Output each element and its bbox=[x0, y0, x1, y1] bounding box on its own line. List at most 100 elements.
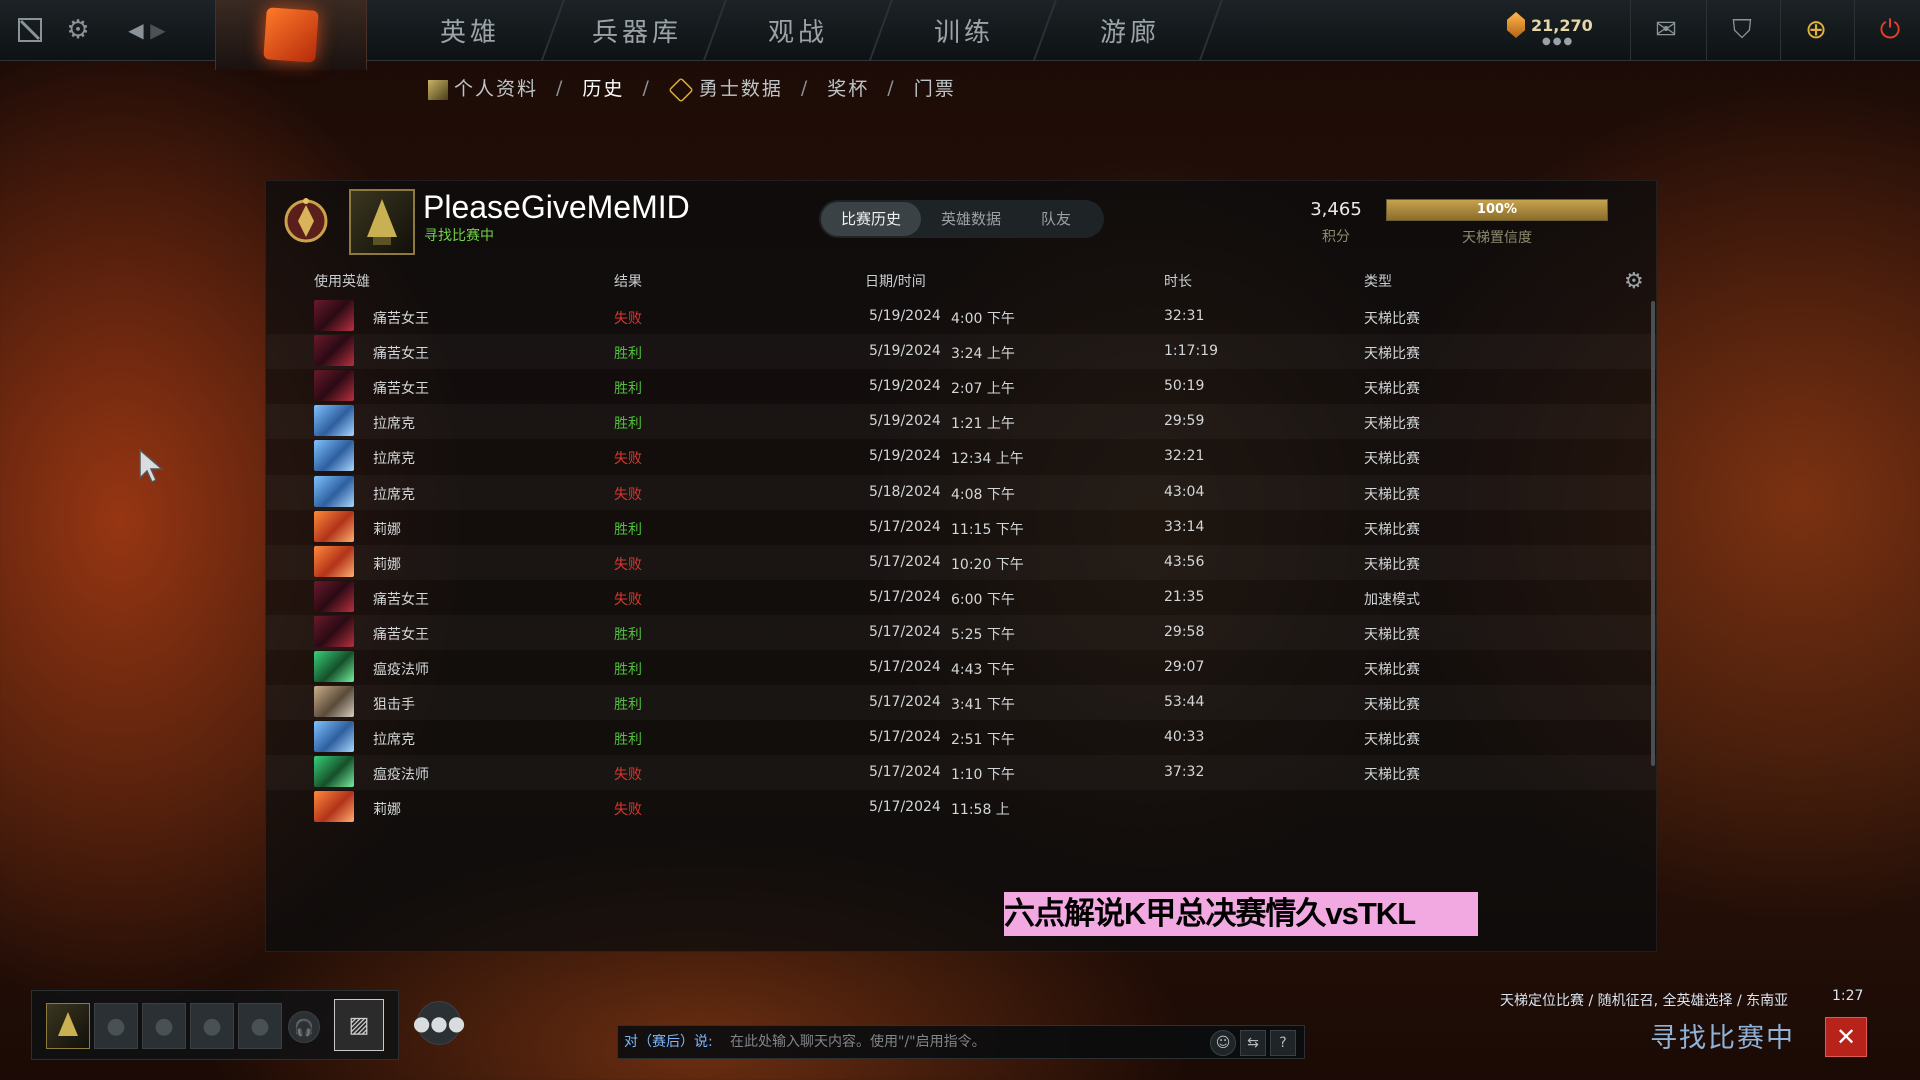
crumb-history[interactable]: 历史 bbox=[582, 74, 624, 101]
row-time: 11:58 上 bbox=[951, 802, 1010, 819]
col-datetime[interactable]: 日期/时间 bbox=[865, 271, 926, 291]
mail-button[interactable]: ✉ bbox=[1630, 0, 1701, 60]
row-type: 天梯比赛 bbox=[1364, 767, 1420, 784]
row-time: 4:00 下午 bbox=[951, 311, 1015, 327]
cancel-matchmaking-button[interactable]: ✕ bbox=[1825, 1017, 1867, 1057]
row-hero-name: 拉席克 bbox=[373, 732, 415, 749]
chat-help-button[interactable]: ? bbox=[1270, 1030, 1296, 1056]
shard-icon bbox=[1507, 12, 1525, 38]
chat-translate-icon[interactable]: ⇆ bbox=[1240, 1030, 1266, 1056]
row-result: 胜利 bbox=[614, 732, 642, 749]
table-row[interactable]: 莉娜 失败 5/17/2024 10:20 下午 43:56 天梯比赛 bbox=[266, 545, 1656, 580]
party-slot-empty[interactable]: ● bbox=[94, 1003, 138, 1049]
table-settings-gear-icon[interactable]: ⚙ bbox=[1624, 269, 1644, 294]
mail-icon: ✉ bbox=[1655, 15, 1677, 45]
chat-input-bar[interactable]: 对（赛后）说: 在此处输入聊天内容。使用"/"启用指令。 ☺ ⇆ ? bbox=[617, 1025, 1305, 1059]
col-hero[interactable]: 使用英雄 bbox=[314, 271, 370, 291]
table-row[interactable]: 痛苦女王 失败 5/17/2024 6:00 下午 21:35 加速模式 bbox=[266, 580, 1656, 615]
col-type[interactable]: 类型 bbox=[1364, 271, 1392, 291]
tab-armory[interactable]: 兵器库 bbox=[592, 12, 682, 48]
self-avatar-icon bbox=[58, 1012, 78, 1036]
table-row[interactable]: 瘟疫法师 失败 5/17/2024 1:10 下午 37:32 天梯比赛 bbox=[266, 755, 1656, 790]
table-row[interactable]: 莉娜 失败 5/17/2024 11:58 上 bbox=[266, 790, 1656, 825]
table-row[interactable]: 痛苦女王 胜利 5/19/2024 3:24 上午 1:17:19 天梯比赛 bbox=[266, 334, 1656, 369]
row-date: 5/17/2024 bbox=[869, 553, 941, 570]
crumb-separator: / bbox=[887, 76, 896, 99]
score-label: 积分 bbox=[1322, 229, 1350, 245]
row-time: 6:00 下午 bbox=[951, 591, 1015, 608]
dota-logo-icon bbox=[263, 7, 319, 63]
ranked-badge-button[interactable]: ▨ bbox=[334, 999, 384, 1051]
row-type: 天梯比赛 bbox=[1364, 662, 1420, 678]
tab-teammates[interactable]: 队友 bbox=[1021, 202, 1091, 236]
player-name: PleaseGiveMeMID bbox=[423, 189, 690, 225]
scrollbar[interactable] bbox=[1651, 301, 1655, 766]
rank-score: 3,465 积分 bbox=[1296, 199, 1376, 246]
forward-arrow-icon[interactable]: ▶ bbox=[140, 12, 176, 48]
row-type: 天梯比赛 bbox=[1364, 556, 1420, 573]
store-button[interactable]: ⛉ bbox=[1706, 0, 1777, 60]
table-row[interactable]: 拉席克 胜利 5/17/2024 2:51 下午 40:33 天梯比赛 bbox=[266, 720, 1656, 755]
nav-divider bbox=[1199, 0, 1223, 60]
party-slot-empty[interactable]: ● bbox=[142, 1003, 186, 1049]
nav-divider bbox=[541, 0, 565, 60]
tab-hero-stats[interactable]: 英雄数据 bbox=[921, 202, 1021, 236]
score-value: 3,465 bbox=[1310, 199, 1362, 220]
voice-chat-button[interactable]: 🎧 bbox=[288, 1011, 320, 1043]
col-result[interactable]: 结果 bbox=[614, 271, 642, 291]
table-row[interactable]: 瘟疫法师 胜利 5/17/2024 4:43 下午 29:07 天梯比赛 bbox=[266, 650, 1656, 685]
col-duration[interactable]: 时长 bbox=[1164, 271, 1192, 291]
row-hero-name: 狙击手 bbox=[373, 697, 415, 714]
tab-arcade[interactable]: 游廊 bbox=[1100, 12, 1160, 48]
party-slot-empty[interactable]: ● bbox=[238, 1003, 282, 1049]
table-row[interactable]: 狙击手 胜利 5/17/2024 3:41 下午 53:44 天梯比赛 bbox=[266, 685, 1656, 720]
sniper-icon bbox=[314, 686, 354, 718]
crumb-trophies[interactable]: 奖杯 bbox=[827, 74, 869, 101]
table-row[interactable]: 拉席克 失败 5/19/2024 12:34 上午 32:21 天梯比赛 bbox=[266, 439, 1656, 474]
dota-logo-button[interactable] bbox=[215, 0, 367, 70]
queen-of-pain-icon bbox=[314, 370, 354, 402]
lina-icon bbox=[314, 545, 354, 577]
row-duration: 43:56 bbox=[1164, 553, 1205, 570]
leshrac-icon bbox=[314, 440, 354, 472]
tab-learn[interactable]: 训练 bbox=[934, 12, 994, 48]
row-date: 5/18/2024 bbox=[869, 483, 941, 500]
party-slot-empty[interactable]: ● bbox=[190, 1003, 234, 1049]
tab-match-history[interactable]: 比赛历史 bbox=[821, 202, 922, 236]
crumb-profile[interactable]: 个人资料 bbox=[428, 74, 538, 101]
empty-user-icon: ● bbox=[106, 1013, 126, 1039]
row-duration: 21:35 bbox=[1164, 588, 1205, 605]
dota-plus-button[interactable]: ⊕ bbox=[1780, 0, 1851, 60]
table-row[interactable]: 拉席克 胜利 5/19/2024 1:21 上午 29:59 天梯比赛 bbox=[266, 404, 1656, 439]
row-type: 天梯比赛 bbox=[1364, 626, 1420, 643]
crumb-hero-stats[interactable]: 勇士数据 bbox=[668, 74, 783, 103]
table-row[interactable]: 拉席克 失败 5/18/2024 4:08 下午 43:04 天梯比赛 bbox=[266, 475, 1656, 510]
row-duration: 32:21 bbox=[1164, 448, 1205, 465]
row-type: 天梯比赛 bbox=[1364, 311, 1420, 327]
table-row[interactable]: 莉娜 胜利 5/17/2024 11:15 下午 33:14 天梯比赛 bbox=[266, 510, 1656, 545]
table-row[interactable]: 痛苦女王 胜利 5/19/2024 2:07 上午 50:19 天梯比赛 bbox=[266, 369, 1656, 404]
table-row[interactable]: 痛苦女王 失败 5/19/2024 4:00 下午 32:31 天梯比赛 bbox=[266, 299, 1656, 334]
chat-channels-button[interactable]: ●●● bbox=[413, 1001, 465, 1045]
party-slot-self[interactable] bbox=[46, 1003, 90, 1049]
row-duration: 1:17:19 bbox=[1164, 343, 1218, 360]
table-row[interactable]: 痛苦女王 胜利 5/17/2024 5:25 下午 29:58 天梯比赛 bbox=[266, 615, 1656, 650]
rank-medal-icon bbox=[284, 198, 328, 243]
rank-badge-icon: ▨ bbox=[348, 1012, 370, 1038]
power-button[interactable]: ⏻ bbox=[1854, 0, 1920, 60]
crumb-tickets[interactable]: 门票 bbox=[914, 74, 956, 101]
row-hero-name: 拉席克 bbox=[373, 416, 415, 433]
row-type: 天梯比赛 bbox=[1364, 486, 1420, 503]
shards-currency[interactable]: 21,270 bbox=[1507, 12, 1593, 38]
tab-watch[interactable]: 观战 bbox=[768, 12, 828, 48]
tab-heroes[interactable]: 英雄 bbox=[440, 12, 500, 48]
dota-menu-icon[interactable] bbox=[12, 12, 48, 48]
row-duration: 40:33 bbox=[1164, 729, 1205, 746]
emoji-icon[interactable]: ☺ bbox=[1210, 1030, 1236, 1056]
row-duration: 29:59 bbox=[1164, 413, 1205, 430]
row-date: 5/19/2024 bbox=[869, 343, 941, 360]
settings-gear-icon[interactable]: ⚙ bbox=[60, 12, 96, 48]
chat-input-placeholder[interactable]: 在此处输入聊天内容。使用"/"启用指令。 bbox=[730, 1026, 986, 1058]
leshrac-icon bbox=[314, 475, 354, 507]
avatar[interactable] bbox=[349, 189, 415, 255]
